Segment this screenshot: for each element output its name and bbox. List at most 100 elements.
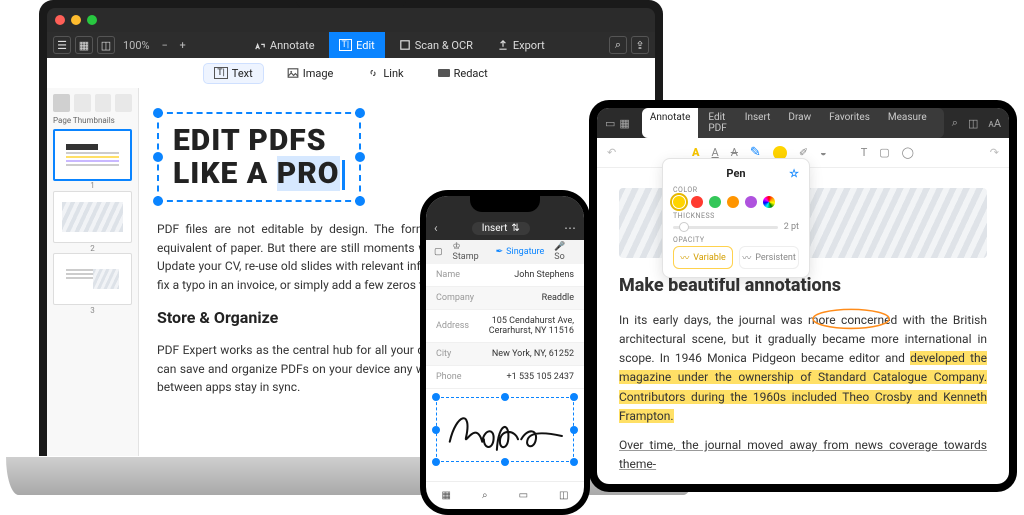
share-icon[interactable]: ⇪ — [631, 36, 649, 54]
stamp-tool[interactable]: ♔ Stamp — [453, 242, 486, 262]
headline-selected-word: PRO — [277, 156, 340, 191]
page-thumbnail-1[interactable]: 1 — [53, 129, 132, 181]
zoom-icon[interactable] — [87, 15, 97, 25]
tab-edit-label: Edit — [356, 39, 375, 52]
phone-bottom-bar: ▦ ⌕ ▭ ◫ — [426, 481, 584, 509]
tablet-bookmarks-icon[interactable]: ◫ — [968, 117, 978, 130]
favorite-star-icon[interactable]: ☆ — [789, 167, 799, 180]
popover-title: Pen — [726, 167, 745, 180]
sidebar-tab-thumbnails[interactable] — [53, 94, 70, 112]
close-icon[interactable] — [55, 15, 65, 25]
tablet-tab-annotate[interactable]: Annotate — [642, 108, 699, 138]
form-row-address: Address105 Cendahurst Ave, Cerarhurst, N… — [426, 310, 584, 343]
bookmark-icon[interactable]: ◫ — [97, 36, 115, 54]
phone-grid-icon[interactable]: ▦ — [442, 490, 451, 501]
tablet-tab-add[interactable]: ＋ — [937, 108, 944, 138]
signature-icon: ✒︎ — [496, 247, 504, 257]
form-row-phone: Phone+1 535 105 2437 — [426, 366, 584, 389]
tab-annotate-label: Annotate — [270, 39, 315, 52]
color-orange[interactable] — [727, 196, 739, 208]
tablet-text-settings-icon[interactable]: ᴀA — [988, 117, 1001, 130]
sidebar-title: Page Thumbnails — [53, 116, 132, 125]
tablet-tab-editpdf[interactable]: Edit PDF — [700, 108, 734, 138]
back-icon[interactable]: ▭ — [605, 117, 615, 130]
opacity-persistent-button[interactable]: 〰 Persistent — [739, 246, 799, 269]
tablet-search-icon[interactable]: ⌕ — [952, 116, 958, 130]
text-edit-selection[interactable]: EDIT PDFS LIKE A PRO — [157, 112, 361, 202]
zoom-level[interactable]: 100% — [119, 39, 154, 52]
edit-tool-image-label: Image — [303, 67, 334, 80]
tab-annotate[interactable]: Annotate — [244, 32, 325, 58]
color-green[interactable] — [709, 196, 721, 208]
page-thumbnail-3[interactable]: 3 — [53, 253, 132, 305]
phone-insert-tool-row: ▢ ♔ Stamp ✒︎ Singature 🎤 So — [426, 240, 584, 264]
edit-tool-text[interactable]: T|Text — [204, 64, 263, 83]
popover-color-label: COLOR — [673, 186, 799, 194]
phone-back-icon[interactable]: ‹ — [426, 221, 446, 235]
thumbnail-sidebar: Page Thumbnails 1 2 3 — [47, 88, 139, 456]
opacity-variable-button[interactable]: 〰 Variable — [673, 246, 733, 269]
redo-icon[interactable]: ↷ — [990, 146, 999, 159]
sidebar-tab-outline[interactable] — [74, 94, 91, 112]
zoom-out-button[interactable]: − — [158, 39, 172, 52]
edit-tool-link[interactable]: Link — [357, 64, 413, 83]
color-purple[interactable] — [745, 196, 757, 208]
zoom-in-button[interactable]: + — [176, 39, 190, 52]
color-picker-icon[interactable] — [763, 196, 775, 208]
sidebar-tab-bookmarks[interactable] — [115, 94, 132, 112]
circled-text: more concerned — [808, 313, 897, 327]
headline-line-2a: LIKE A — [173, 156, 277, 191]
edit-tool-link-label: Link — [383, 67, 403, 80]
tab-edit[interactable]: T|Edit — [329, 32, 385, 58]
thickness-value: 2 pt — [784, 222, 799, 232]
article-paragraph-1: In its early days, the journal was more … — [619, 311, 987, 426]
phone-search-icon[interactable]: ⌕ — [482, 490, 488, 501]
fill-sign-icon[interactable]: ▢ — [434, 247, 443, 257]
sidebar-toggle-icon[interactable]: ☰ — [53, 36, 71, 54]
form-row-name: NameJohn Stephens — [426, 264, 584, 287]
popover-opacity-label: OPACITY — [673, 236, 799, 244]
article-paragraph-2: Over time, the journal moved away from n… — [619, 436, 987, 474]
edit-tool-redact-label: Redact — [454, 67, 488, 80]
color-red[interactable] — [691, 196, 703, 208]
signature-tool[interactable]: ✒︎ Singature — [496, 247, 545, 257]
page-thumbnail-2[interactable]: 2 — [53, 191, 132, 243]
tab-scan-ocr[interactable]: Scan & OCR — [389, 32, 483, 58]
chevron-updown-icon: ⇅ — [511, 223, 519, 234]
tablet-tab-insert[interactable]: Insert — [737, 108, 779, 138]
tablet-tab-measure[interactable]: Measure — [880, 108, 935, 138]
pen-settings-popover: Pen☆ COLOR THICKNESS 2 pt OPACITY 〰 Vari… — [662, 158, 810, 278]
note-tool-icon[interactable]: ▢ — [879, 146, 889, 159]
popover-color-row — [673, 196, 799, 208]
color-yellow[interactable] — [673, 196, 685, 208]
minimize-icon[interactable] — [71, 15, 81, 25]
tablet-tab-draw[interactable]: Draw — [780, 108, 819, 138]
edit-tool-image[interactable]: Image — [277, 64, 344, 83]
phone-titlebar: ‹ Insert ⇅ ⋯ — [426, 216, 584, 240]
form-row-city: CityNew York, NY, 61252 — [426, 343, 584, 366]
sidebar-tab-annotations[interactable] — [95, 94, 112, 112]
tab-scan-label: Scan & OCR — [415, 39, 473, 52]
undo-icon[interactable]: ↶ — [607, 146, 616, 159]
tab-export[interactable]: Export — [487, 32, 555, 58]
tablet-tab-fav[interactable]: Favorites — [821, 108, 878, 138]
signature-box[interactable] — [436, 397, 574, 462]
search-icon[interactable]: ⌕ — [609, 36, 627, 54]
window-titlebar — [47, 8, 655, 32]
thickness-slider[interactable] — [673, 226, 778, 229]
phone-book-icon[interactable]: ▭ — [519, 490, 528, 501]
phone-more-icon[interactable]: ⋯ — [556, 221, 584, 235]
phone-bookmark-icon[interactable]: ◫ — [559, 490, 568, 501]
form-row-company: CompanyReaddle — [426, 287, 584, 310]
eraser-tool-icon[interactable]: ◒ — [820, 146, 827, 159]
grid-icon[interactable]: ▦ — [619, 117, 629, 130]
sound-tool[interactable]: 🎤 So — [554, 242, 576, 262]
headline-line-1: EDIT PDFS — [173, 123, 327, 158]
text-tool-icon[interactable]: T — [861, 146, 868, 159]
phone-mode-dropdown[interactable]: Insert ⇅ — [472, 222, 530, 235]
view-mode-icon[interactable]: ▦ — [75, 36, 93, 54]
edit-tool-redact[interactable]: Redact — [428, 64, 498, 83]
phone-device: ‹ Insert ⇅ ⋯ ▢ ♔ Stamp ✒︎ Singature 🎤 So… — [420, 190, 590, 515]
shape-tool-icon[interactable]: ◯ — [902, 146, 914, 159]
edit-sub-toolbar: T|Text Image Link Redact — [47, 58, 655, 88]
